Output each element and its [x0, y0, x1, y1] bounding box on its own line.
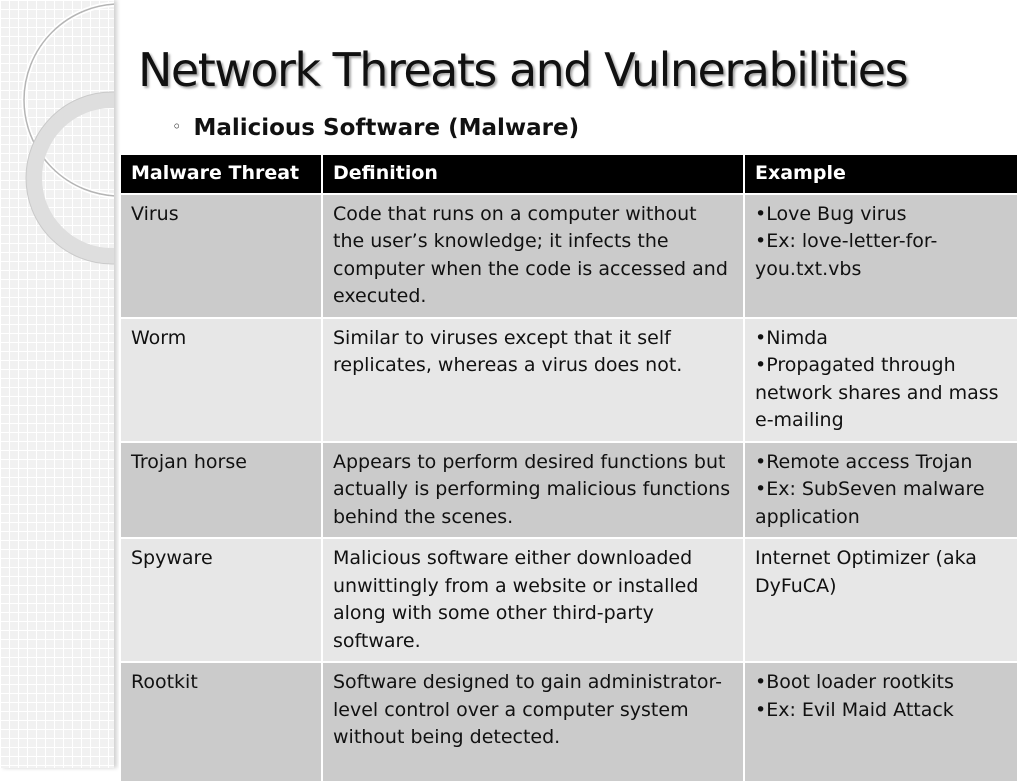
example-item: •Ex: SubSeven malware application: [755, 478, 985, 528]
definition-cell: Code that runs on a computer without the…: [321, 192, 745, 319]
threat-cell: Worm: [119, 316, 323, 443]
hollow-bullet-icon: ◦: [172, 117, 182, 136]
example-item: •Boot loader rootkits: [755, 671, 954, 693]
table-row: Worm Similar to viruses except that it s…: [119, 316, 1019, 443]
example-item: •Nimda: [755, 326, 828, 349]
threat-cell: Trojan horse: [119, 440, 323, 539]
example-item: •Love Bug virus: [755, 202, 907, 225]
table-row: Spyware Malicious software either downlo…: [119, 537, 1019, 663]
table-row: Virus Code that runs on a computer witho…: [119, 192, 1019, 319]
decorative-circles-graphic: [21, 1, 114, 265]
example-item: •Remote access Trojan: [755, 450, 973, 473]
definition-cell: Software designed to gain administrator-…: [321, 661, 745, 783]
column-header-definition: Definition: [321, 153, 745, 195]
example-item: Internet Optimizer (aka DyFuCA): [755, 547, 977, 597]
malware-table: Malware Threat Definition Example Virus …: [119, 153, 1019, 783]
definition-cell: Similar to viruses except that it self r…: [321, 316, 745, 443]
column-header-threat: Malware Threat: [119, 153, 323, 195]
subtitle-text: Malicious Software (Malware): [193, 115, 580, 141]
example-item: •Ex: love-letter-for-you.txt.vbs: [755, 230, 938, 280]
column-header-example: Example: [743, 153, 1019, 195]
example-cell: •Nimda •Propagated through network share…: [743, 316, 1019, 443]
example-cell: •Boot loader rootkits •Ex: Evil Maid Att…: [743, 661, 1019, 783]
definition-cell: Malicious software either downloaded unw…: [321, 537, 745, 663]
threat-cell: Virus: [119, 192, 323, 319]
threat-cell: Spyware: [119, 537, 323, 663]
slide-subtitle: ◦ Malicious Software (Malware): [172, 112, 579, 146]
example-cell: •Love Bug virus •Ex: love-letter-for-you…: [743, 192, 1019, 319]
example-cell: Internet Optimizer (aka DyFuCA): [743, 537, 1019, 663]
definition-cell: Appears to perform desired functions but…: [321, 440, 745, 539]
example-cell: •Remote access Trojan •Ex: SubSeven malw…: [743, 440, 1019, 539]
slide-title: Network Threats and Vulnerabilities: [138, 43, 909, 97]
table-row: Trojan horse Appears to perform desired …: [119, 440, 1019, 539]
threat-cell: Rootkit: [119, 661, 323, 783]
example-item: •Ex: Evil Maid Attack: [755, 698, 954, 721]
decorative-side-panel: [0, 0, 114, 768]
example-item: •Propagated through network shares and m…: [755, 354, 999, 431]
table-row: Rootkit Software designed to gain admini…: [119, 661, 1019, 783]
table-header-row: Malware Threat Definition Example: [119, 153, 1019, 195]
